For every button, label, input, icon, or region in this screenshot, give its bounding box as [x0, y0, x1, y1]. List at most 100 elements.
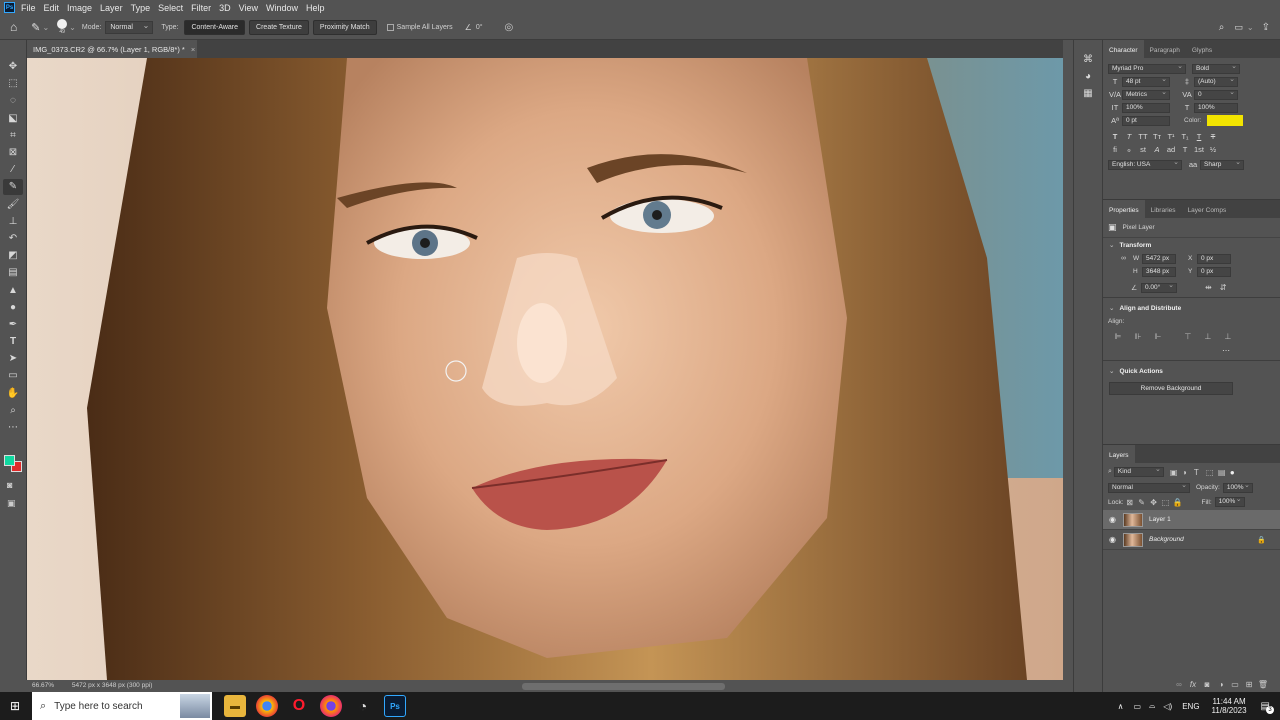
menu-help[interactable]: Help [306, 3, 325, 13]
menu-layer[interactable]: Layer [100, 3, 123, 13]
tab-paragraph[interactable]: Paragraph [1144, 40, 1186, 58]
windows-start-icon[interactable]: ⊞ [10, 699, 20, 713]
menu-window[interactable]: Window [266, 3, 298, 13]
text-color-swatch[interactable] [1207, 115, 1244, 126]
lock-position-icon[interactable]: ✥ [1148, 498, 1160, 507]
layer-name[interactable]: Layer 1 [1149, 516, 1171, 523]
pen-tool-icon[interactable]: ✒ [3, 316, 23, 332]
menu-view[interactable]: View [239, 3, 258, 13]
align-top-icon[interactable]: ⊤ [1178, 332, 1198, 341]
path-selection-tool-icon[interactable]: ➤ [3, 351, 23, 367]
transform-section-title[interactable]: Transform [1103, 238, 1280, 252]
eyedropper-tool-icon[interactable]: ⁄ [3, 162, 23, 178]
zoom-level[interactable]: 66.67% [32, 682, 54, 689]
width-field[interactable]: 5472 px [1142, 253, 1176, 264]
document-tab[interactable]: IMG_0373.CR2 @ 66.7% (Layer 1, RGB/8*) *… [27, 40, 197, 58]
create-texture-button[interactable]: Create Texture [249, 19, 309, 35]
firefox-icon[interactable] [320, 695, 342, 717]
strikethrough-icon[interactable]: T [1206, 132, 1220, 141]
history-brush-tool-icon[interactable]: ↶ [3, 230, 23, 246]
swatches-icon[interactable]: ▦ [1083, 88, 1092, 99]
font-size-field[interactable]: 48 pt [1122, 76, 1170, 87]
photoshop-logo-icon[interactable]: Ps [4, 2, 15, 13]
brush-preset-picker[interactable]: 49 [57, 19, 68, 35]
chevron-down-icon[interactable]: ⌄ [69, 23, 76, 32]
ligatures-icon[interactable]: fi [1108, 145, 1122, 154]
discretionary-ligatures-icon[interactable]: st [1136, 145, 1150, 154]
chrome-icon[interactable] [256, 695, 278, 717]
visibility-eye-icon[interactable]: ◉ [1109, 535, 1119, 544]
filter-shape-icon[interactable]: ⬚ [1206, 468, 1218, 477]
workspace-icon[interactable]: ▭ [1234, 22, 1243, 33]
add-mask-icon[interactable]: ◙ [1200, 680, 1214, 689]
leading-field[interactable]: (Auto) [1194, 76, 1238, 87]
faux-bold-icon[interactable]: T [1108, 132, 1122, 141]
angle-value[interactable]: 0° [476, 24, 483, 31]
object-selection-tool-icon[interactable]: ⬕ [3, 110, 23, 126]
brush-tool-icon[interactable]: 🖌 [3, 196, 23, 212]
fill-field[interactable]: 100% [1214, 496, 1245, 507]
menu-filter[interactable]: Filter [191, 3, 211, 13]
close-icon[interactable]: × [191, 45, 195, 54]
delete-layer-icon[interactable]: 🗑 [1256, 680, 1270, 689]
tab-character[interactable]: Character [1103, 40, 1144, 58]
tab-libraries[interactable]: Libraries [1145, 200, 1182, 218]
link-layers-icon[interactable]: ∞ [1172, 680, 1186, 689]
faux-italic-icon[interactable]: T [1122, 132, 1136, 141]
history-icon[interactable]: ⌘ [1083, 54, 1093, 65]
link-icon[interactable]: ∞ [1121, 255, 1131, 262]
chevron-down-icon[interactable]: ⌄ [1247, 23, 1254, 32]
frame-tool-icon[interactable]: ⊠ [3, 145, 23, 161]
height-field[interactable]: 3648 px [1142, 266, 1176, 277]
home-icon[interactable]: ⌂ [10, 20, 17, 34]
layer-row[interactable]: ◉ Layer 1 [1103, 510, 1280, 530]
titling-alternates-icon[interactable]: T [1178, 145, 1192, 154]
screen-mode-icon[interactable]: ▣ [7, 498, 16, 509]
network-icon[interactable]: ⌓ [1149, 701, 1155, 711]
align-center-h-icon[interactable]: ⊪ [1128, 332, 1148, 341]
taskbar-search-box[interactable]: ⌕ Type here to search [32, 692, 212, 720]
lock-artboard-icon[interactable]: ⬚ [1160, 498, 1172, 507]
dodge-tool-icon[interactable]: ● [3, 299, 23, 315]
visibility-eye-icon[interactable]: ◉ [1109, 515, 1119, 524]
tab-glyphs[interactable]: Glyphs [1186, 40, 1218, 58]
filter-adjustment-icon[interactable]: ◑ [1182, 468, 1194, 477]
superscript-icon[interactable]: T¹ [1164, 132, 1178, 141]
zoom-tool-icon[interactable]: ⌕ [3, 402, 23, 418]
scrollbar-thumb[interactable] [522, 683, 725, 690]
crop-tool-icon[interactable]: ⌗ [3, 127, 23, 143]
remove-background-button[interactable]: Remove Background [1109, 382, 1233, 395]
tab-properties[interactable]: Properties [1103, 200, 1145, 218]
font-style-select[interactable]: Bold [1192, 63, 1240, 74]
content-aware-button[interactable]: Content-Aware [184, 19, 246, 35]
horizontal-scale-field[interactable]: 100% [1194, 102, 1238, 113]
chevron-down-icon[interactable]: ⌄ [42, 23, 49, 32]
ordinals-icon[interactable]: 1st [1192, 145, 1206, 154]
angle-field[interactable]: 0.00° [1141, 282, 1177, 293]
all-caps-icon[interactable]: TT [1136, 132, 1150, 141]
flip-horizontal-icon[interactable]: ⇹ [1205, 283, 1212, 292]
volume-icon[interactable]: ◁) [1163, 702, 1172, 711]
quick-actions-section-title[interactable]: Quick Actions [1103, 364, 1280, 378]
pressure-size-icon[interactable]: ◎ [505, 22, 514, 33]
menu-3d[interactable]: 3D [219, 3, 231, 13]
filter-kind-select[interactable]: Kind [1113, 466, 1164, 477]
file-explorer-icon[interactable]: ▬ [224, 695, 246, 717]
y-field[interactable]: 0 px [1197, 266, 1231, 277]
menu-file[interactable]: File [21, 3, 36, 13]
align-bottom-icon[interactable]: ⊥ [1218, 332, 1238, 341]
layer-row[interactable]: ◉ Background 🔒 [1103, 530, 1280, 550]
vertical-scale-field[interactable]: 100% [1122, 102, 1170, 113]
tab-layer-comps[interactable]: Layer Comps [1182, 200, 1233, 218]
tray-chevron-up-icon[interactable]: ∧ [1118, 702, 1124, 711]
healing-brush-tool-icon[interactable]: ✎ [31, 21, 40, 34]
sample-all-layers-checkbox[interactable] [386, 23, 394, 31]
layer-name[interactable]: Background [1149, 536, 1184, 543]
vertical-scrollbar[interactable] [1063, 58, 1073, 680]
adjustment-layer-icon[interactable]: ◑ [1214, 680, 1228, 689]
menu-edit[interactable]: Edit [44, 3, 60, 13]
filter-toggle-icon[interactable]: ● [1230, 468, 1240, 477]
new-layer-icon[interactable]: ⊞ [1242, 680, 1256, 689]
filter-pixel-icon[interactable]: ▣ [1170, 468, 1182, 477]
language-indicator[interactable]: ENG [1182, 702, 1199, 711]
